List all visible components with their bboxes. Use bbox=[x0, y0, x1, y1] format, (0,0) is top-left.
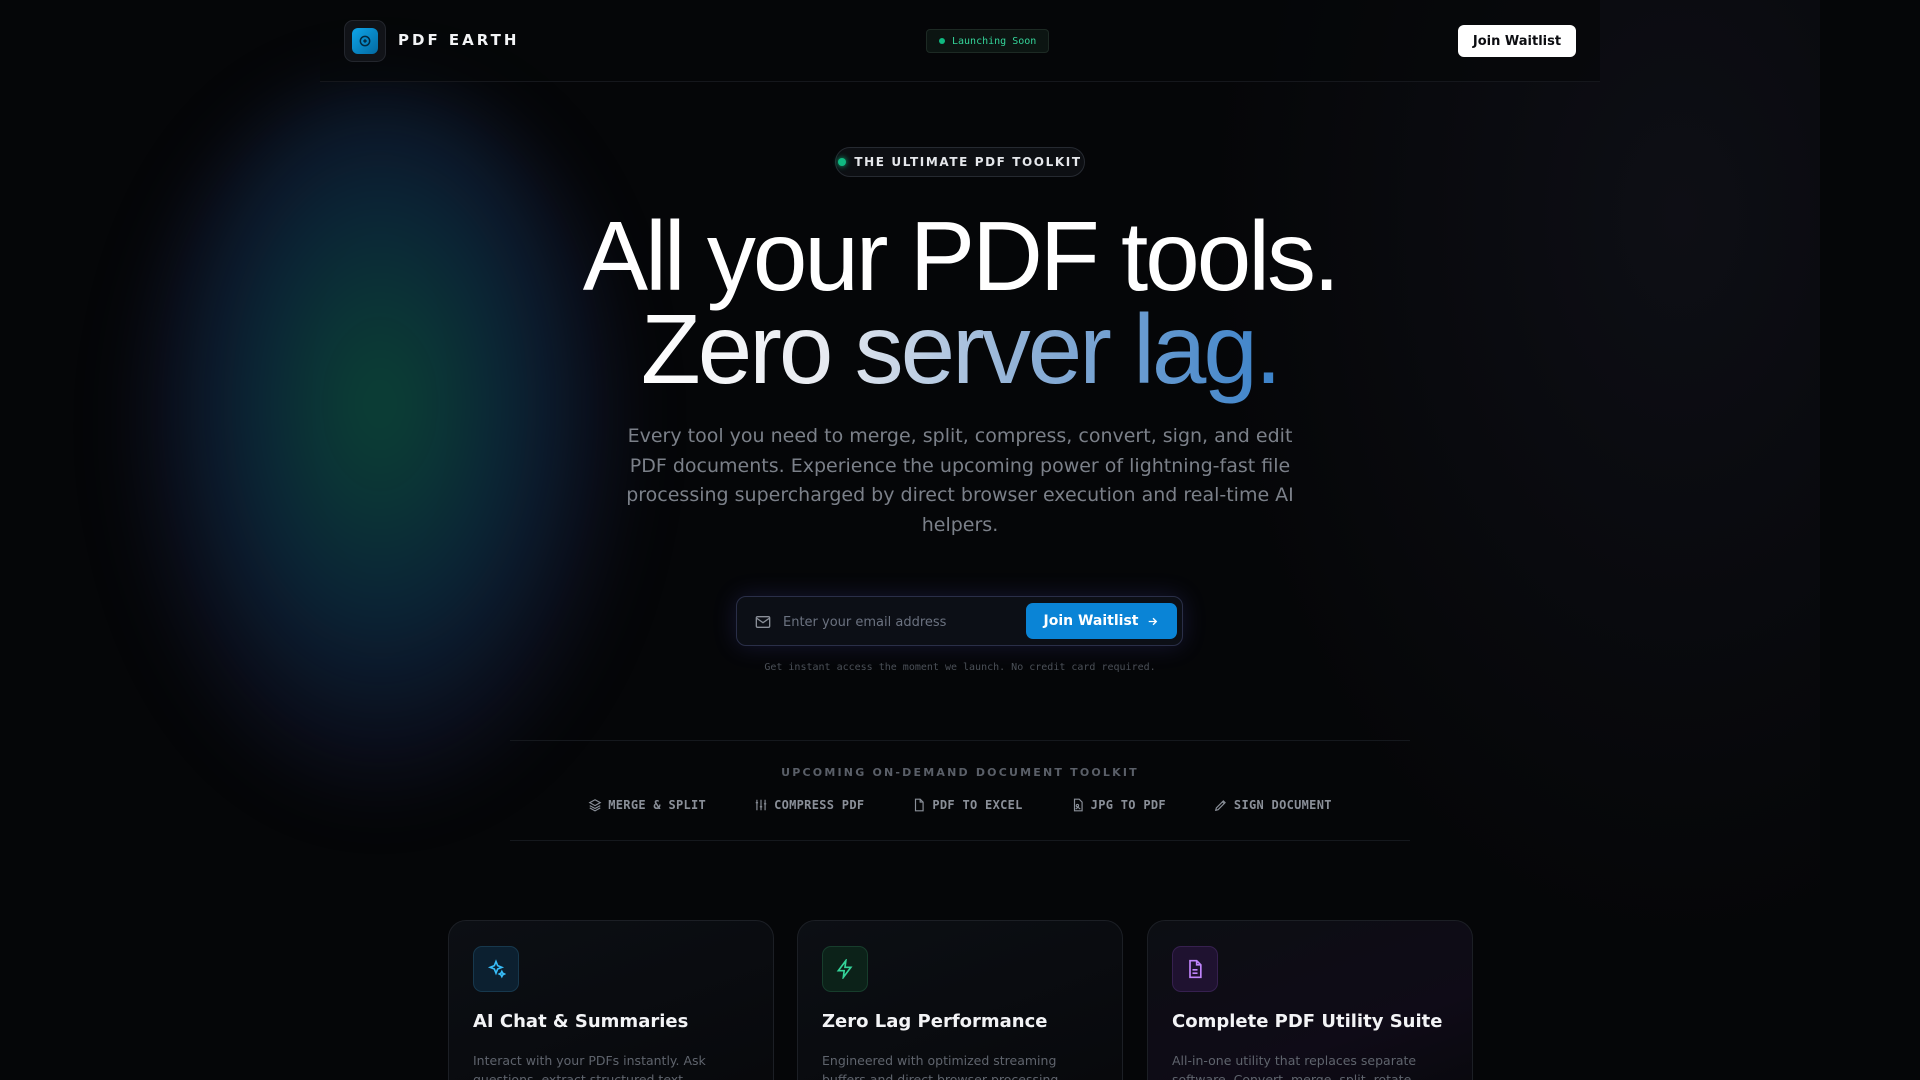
email-input[interactable] bbox=[783, 607, 1013, 637]
toolkit-list: MERGE & SPLIT COMPRESS PDF PDF TO EXCEL … bbox=[0, 798, 1920, 812]
tool-label: JPG TO PDF bbox=[1090, 798, 1166, 812]
brand-name: PDF EARTH bbox=[398, 31, 520, 49]
tool-compress-pdf[interactable]: COMPRESS PDF bbox=[754, 798, 864, 812]
tool-pdf-to-excel[interactable]: PDF TO EXCEL bbox=[912, 798, 1022, 812]
feature-title: AI Chat & Summaries bbox=[473, 1011, 689, 1032]
pen-icon bbox=[1214, 800, 1226, 812]
file-image-icon bbox=[1073, 798, 1083, 812]
logo[interactable] bbox=[344, 20, 386, 62]
feature-card-zero-lag: Zero Lag Performance Engineered with opt… bbox=[797, 920, 1123, 1080]
tool-label: PDF TO EXCEL bbox=[932, 798, 1023, 812]
feature-description: Interact with your PDFs instantly. Ask q… bbox=[473, 1053, 706, 1080]
background-glow-right bbox=[1120, 0, 1820, 1080]
eyebrow-badge: THE ULTIMATE PDF TOOLKIT bbox=[835, 147, 1085, 177]
status-dot-icon bbox=[838, 158, 847, 166]
background-glow bbox=[130, 80, 630, 800]
site-header: PDF EARTH Launching Soon Join Waitlist bbox=[320, 0, 1600, 82]
tool-label: SIGN DOCUMENT bbox=[1233, 798, 1332, 812]
feature-card-utility-suite: Complete PDF Utility Suite All-in-one ut… bbox=[1147, 920, 1473, 1080]
divider-bottom bbox=[510, 840, 1410, 841]
waitlist-form: Join Waitlist bbox=[736, 596, 1183, 646]
logo-icon bbox=[352, 28, 378, 54]
divider-top bbox=[510, 740, 1410, 741]
join-waitlist-button[interactable]: Join Waitlist bbox=[1026, 603, 1177, 639]
hero-subtitle: Every tool you need to merge, split, com… bbox=[626, 425, 1294, 536]
zap-icon bbox=[822, 946, 868, 992]
sliders-icon bbox=[755, 799, 767, 811]
hero-title-line2: Zero server lag. bbox=[0, 300, 1920, 398]
fine-print: Get instant access the moment we launch.… bbox=[764, 662, 1156, 673]
status-dot-icon bbox=[939, 38, 945, 44]
sparkles-icon bbox=[473, 946, 519, 992]
feature-title: Zero Lag Performance bbox=[822, 1011, 1048, 1032]
mail-icon bbox=[755, 614, 771, 633]
tool-sign-document[interactable]: SIGN DOCUMENT bbox=[1214, 798, 1332, 812]
header-join-waitlist-button[interactable]: Join Waitlist bbox=[1458, 25, 1576, 57]
document-icon bbox=[1172, 946, 1218, 992]
feature-description: Engineered with optimized streaming buff… bbox=[822, 1053, 1059, 1080]
tool-label: COMPRESS PDF bbox=[774, 798, 865, 812]
feature-description: All-in-one utility that replaces separat… bbox=[1172, 1053, 1417, 1080]
feature-title: Complete PDF Utility Suite bbox=[1172, 1011, 1443, 1032]
hero-title-line1: All your PDF tools. bbox=[582, 201, 1340, 311]
toolkit-title: UPCOMING ON-DEMAND DOCUMENT TOOLKIT bbox=[781, 766, 1139, 779]
hero-title-gradient-text: Zero server lag. bbox=[640, 294, 1282, 404]
tool-merge-split[interactable]: MERGE & SPLIT bbox=[588, 798, 706, 812]
file-icon bbox=[915, 798, 925, 812]
tool-jpg-to-pdf[interactable]: JPG TO PDF bbox=[1071, 798, 1166, 812]
layers-icon bbox=[588, 799, 602, 812]
tool-label: MERGE & SPLIT bbox=[608, 798, 707, 812]
feature-card-ai-chat: AI Chat & Summaries Interact with your P… bbox=[448, 920, 774, 1080]
arrow-right-icon bbox=[1149, 617, 1158, 625]
eyebrow-label: THE ULTIMATE PDF TOOLKIT bbox=[854, 155, 1082, 169]
badge-label: Launching Soon bbox=[952, 35, 1037, 47]
launching-soon-badge: Launching Soon bbox=[926, 29, 1050, 53]
join-waitlist-label: Join Waitlist bbox=[1043, 613, 1139, 629]
